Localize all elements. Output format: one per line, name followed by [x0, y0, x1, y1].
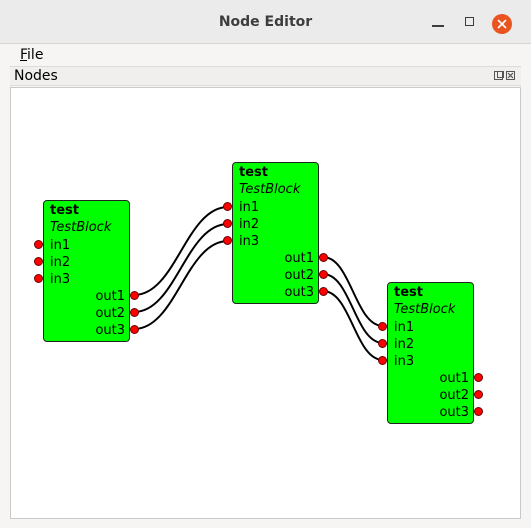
- output-port[interactable]: [130, 325, 139, 334]
- input-label: in1: [50, 238, 71, 253]
- minimize-icon[interactable]: [428, 12, 448, 32]
- wire: [133, 206, 229, 296]
- input-port[interactable]: [34, 240, 43, 249]
- input-label: in3: [50, 272, 71, 287]
- wire: [133, 223, 229, 313]
- output-port[interactable]: [474, 407, 483, 416]
- menu-bar: File: [0, 44, 531, 66]
- wire: [133, 240, 229, 330]
- input-port[interactable]: [378, 339, 387, 348]
- input-label: in1: [394, 320, 415, 335]
- output-port[interactable]: [130, 291, 139, 300]
- node-test-1[interactable]: test TestBlock in1 in2 in3 out1 out2 out…: [43, 200, 130, 342]
- node-type: TestBlock: [394, 302, 456, 317]
- input-label: in2: [394, 337, 415, 352]
- input-port[interactable]: [378, 356, 387, 365]
- close-icon[interactable]: [492, 14, 512, 34]
- output-label: out3: [95, 323, 125, 338]
- output-port[interactable]: [474, 390, 483, 399]
- input-label: in3: [394, 354, 415, 369]
- node-type: TestBlock: [239, 182, 301, 197]
- node-title: test: [50, 203, 79, 218]
- input-label: in2: [50, 255, 71, 270]
- output-label: out3: [284, 285, 314, 300]
- output-port[interactable]: [319, 270, 328, 279]
- output-port[interactable]: [319, 253, 328, 262]
- dock-title-bar[interactable]: Nodes: [10, 66, 521, 86]
- output-label: out1: [95, 289, 125, 304]
- output-port[interactable]: [474, 373, 483, 382]
- node-canvas[interactable]: test TestBlock in1 in2 in3 out1 out2 out…: [10, 87, 521, 519]
- input-label: in3: [239, 234, 260, 249]
- dock-close-icon[interactable]: [506, 71, 515, 80]
- output-label: out3: [439, 405, 469, 420]
- dock-float-icon[interactable]: [494, 71, 504, 80]
- input-label: in2: [239, 217, 260, 232]
- output-label: out2: [439, 388, 469, 403]
- input-label: in1: [239, 200, 260, 215]
- node-type: TestBlock: [50, 220, 112, 235]
- wire: [322, 256, 384, 327]
- input-port[interactable]: [223, 219, 232, 228]
- output-port[interactable]: [319, 287, 328, 296]
- menu-file[interactable]: File: [20, 47, 43, 63]
- input-port[interactable]: [34, 257, 43, 266]
- node-title: test: [239, 165, 268, 180]
- output-label: out1: [439, 371, 469, 386]
- wire: [322, 290, 384, 361]
- output-label: out2: [284, 268, 314, 283]
- wire: [322, 273, 384, 344]
- maximize-icon[interactable]: [460, 12, 480, 32]
- output-port[interactable]: [130, 308, 139, 317]
- input-port[interactable]: [378, 322, 387, 331]
- output-label: out1: [284, 251, 314, 266]
- input-port[interactable]: [34, 274, 43, 283]
- node-test-2[interactable]: test TestBlock in1 in2 in3 out1 out2 out…: [232, 162, 319, 304]
- output-label: out2: [95, 306, 125, 321]
- node-title: test: [394, 285, 423, 300]
- input-port[interactable]: [223, 202, 232, 211]
- node-test-3[interactable]: test TestBlock in1 in2 in3 out1 out2 out…: [387, 282, 474, 424]
- title-bar[interactable]: Node Editor: [0, 0, 531, 44]
- input-port[interactable]: [223, 236, 232, 245]
- dock-title: Nodes: [14, 68, 58, 84]
- window-title: Node Editor: [218, 14, 313, 30]
